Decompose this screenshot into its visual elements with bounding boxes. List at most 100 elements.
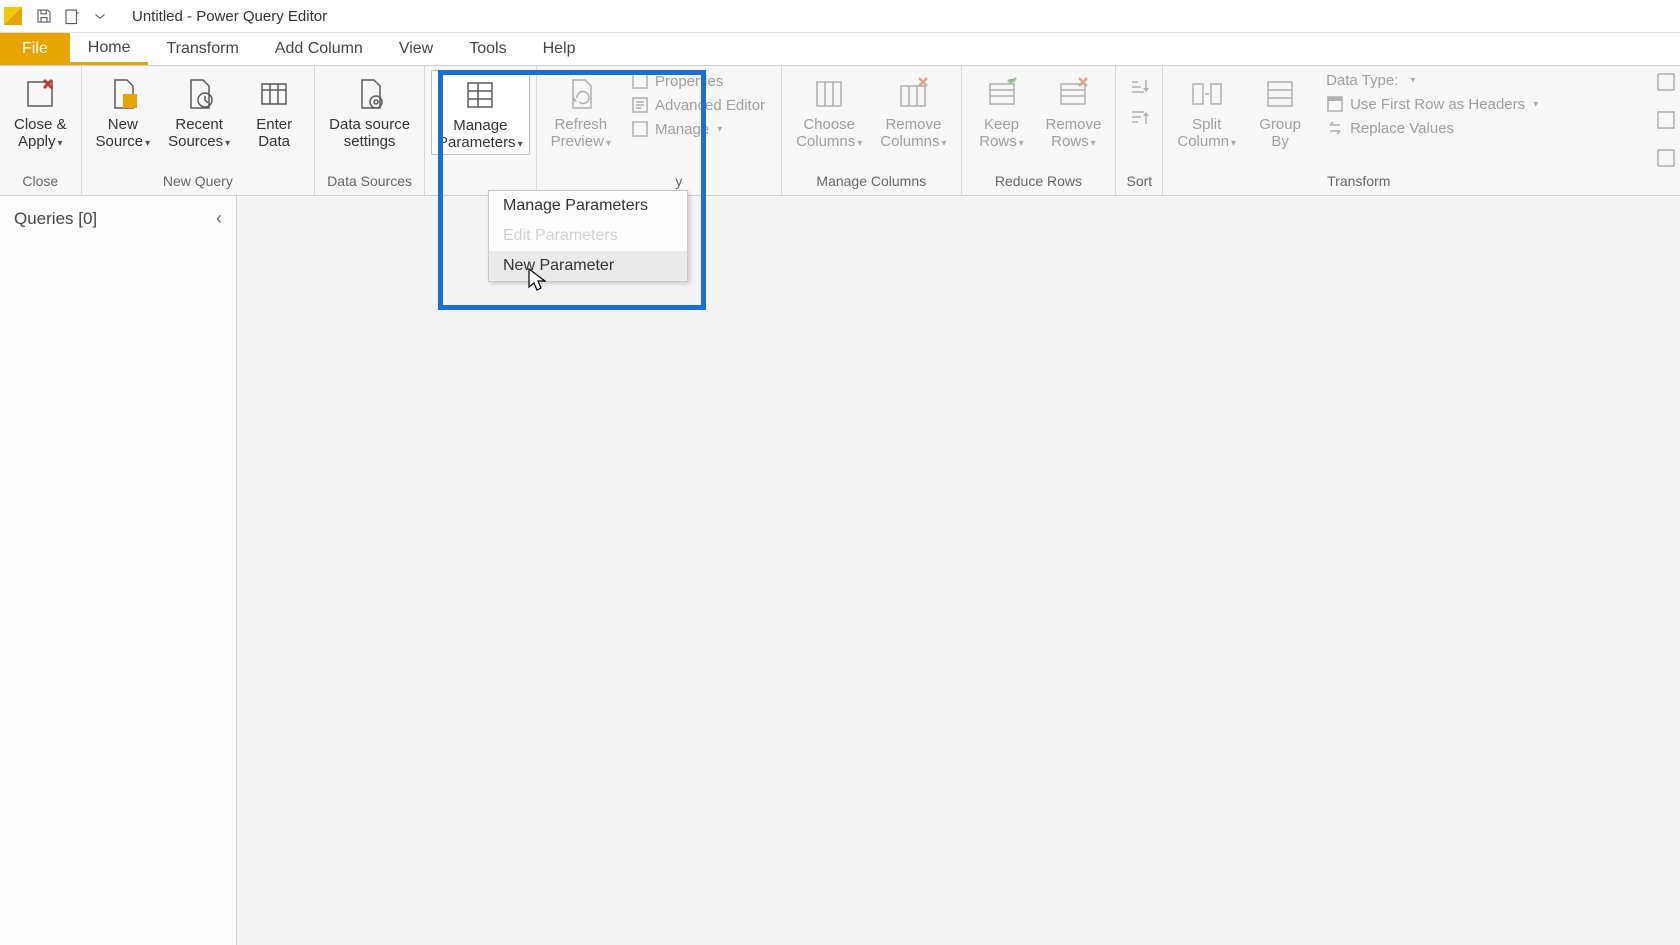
group-by-button[interactable]: Group By [1250,70,1310,151]
new-source-button[interactable]: New Source▾ [92,70,155,151]
remove-columns-button[interactable]: Remove Columns▾ [876,70,950,151]
app-icon [4,7,22,25]
tab-transform[interactable]: Transform [148,33,256,65]
group-parameters: Manage Parameters▾ Parameters [425,66,537,195]
mouse-cursor [528,268,548,294]
group-close: Close & Apply▾ Close [0,66,82,195]
save-icon[interactable] [32,4,56,28]
recent-sources-label: Recent Sources [168,116,223,150]
replace-values-icon [1326,119,1344,137]
group-manage-columns: Choose Columns▾ Remove Columns▾ Manage C… [782,66,961,195]
choose-columns-button[interactable]: Choose Columns▾ [792,70,866,151]
menu-edit-parameters: Edit Parameters [489,221,687,251]
tab-add-column[interactable]: Add Column [257,33,381,65]
recent-sources-button[interactable]: Recent Sources▾ [164,70,234,151]
group-by-icon [1262,76,1298,112]
refresh-preview-button[interactable]: Refresh Preview▾ [547,70,615,151]
first-row-icon [1326,95,1344,113]
menu-manage-parameters[interactable]: Manage Parameters [489,191,687,221]
group-by-label: Group By [1259,116,1301,151]
group-manage-columns-label: Manage Columns [816,171,926,193]
refresh-preview-label: Refresh Preview [551,116,607,150]
choose-columns-label: Choose Columns [796,116,855,150]
workspace: Queries [0] ‹ [0,196,1680,945]
properties-label: Properties [655,73,723,90]
advanced-editor-label: Advanced Editor [655,97,765,114]
manage-parameters-icon [462,77,498,113]
data-type-button[interactable]: Data Type:▾ [1320,70,1544,91]
tab-file[interactable]: File [0,33,70,65]
close-apply-button[interactable]: Close & Apply▾ [10,70,71,151]
undo-icon[interactable] [60,4,84,28]
first-row-headers-button[interactable]: Use First Row as Headers▾ [1320,93,1544,115]
enter-data-label: Enter Data [256,116,292,151]
data-source-settings-label: Data source settings [329,116,410,151]
data-source-settings-button[interactable]: Data source settings [325,70,414,151]
remove-rows-icon [1055,76,1091,112]
group-new-query-label: New Query [163,171,233,193]
remove-rows-button[interactable]: Remove Rows▾ [1042,70,1106,151]
data-type-label: Data Type: [1326,72,1398,89]
enter-data-button[interactable]: Enter Data [244,70,304,151]
new-source-icon [105,76,141,112]
close-apply-icon [22,76,58,112]
tab-help[interactable]: Help [525,33,594,65]
sort-asc-button[interactable] [1126,74,1152,100]
split-column-icon [1189,76,1225,112]
collapse-panel-icon[interactable]: ‹ [216,208,222,229]
menu-bar: File Home Transform Add Column View Tool… [0,33,1680,66]
tab-view[interactable]: View [381,33,451,65]
recent-sources-icon [181,76,217,112]
manage-parameters-dropdown: Manage Parameters Edit Parameters New Pa… [488,190,688,282]
group-sort-label: Sort [1127,171,1153,193]
advanced-editor-icon [631,96,649,114]
data-source-settings-icon [352,76,388,112]
queries-panel: Queries [0] ‹ [0,196,237,945]
group-new-query: New Source▾ Recent Sources▾ Enter Data N… [82,66,316,195]
new-source-label: New Source [96,116,144,150]
manage-query-button[interactable]: Manage▾ [625,118,771,140]
group-close-label: Close [22,171,58,193]
manage-query-icon [631,120,649,138]
group-reduce-rows: Keep Rows▾ Remove Rows▾ Reduce Rows [962,66,1117,195]
split-column-label: Split Column [1177,116,1229,150]
properties-button[interactable]: Properties [625,70,771,92]
queries-panel-title: Queries [0] [14,209,97,229]
enter-data-icon [256,76,292,112]
window-title: Untitled - Power Query Editor [132,8,327,25]
refresh-icon [563,76,599,112]
preview-area [237,196,1680,945]
qat-dropdown-icon[interactable] [88,4,112,28]
group-query: Refresh Preview▾ Properties Advanced Edi… [537,66,782,195]
group-transform-label: Transform [1327,171,1390,193]
advanced-editor-button[interactable]: Advanced Editor [625,94,771,116]
merge-queries-icon[interactable] [1656,72,1676,92]
sort-desc-button[interactable] [1126,104,1152,130]
ribbon: Close & Apply▾ Close New Source▾ Recent … [0,66,1680,196]
combine-files-icon[interactable] [1656,148,1676,168]
group-reduce-rows-label: Reduce Rows [995,171,1082,193]
properties-icon [631,72,649,90]
group-data-sources-label: Data Sources [327,171,412,193]
group-sort: Sort [1116,66,1163,195]
manage-parameters-button[interactable]: Manage Parameters▾ [431,70,530,155]
manage-parameters-label: Manage Parameters [438,117,516,151]
tab-tools[interactable]: Tools [451,33,524,65]
append-queries-icon[interactable] [1656,110,1676,130]
group-transform: Split Column▾ Group By Data Type:▾ Use F… [1163,66,1554,195]
split-column-button[interactable]: Split Column▾ [1173,70,1240,151]
choose-columns-icon [811,76,847,112]
keep-rows-icon [984,76,1020,112]
group-data-sources: Data source settings Data Sources [315,66,425,195]
manage-query-label: Manage [655,121,709,138]
tab-home[interactable]: Home [70,33,149,65]
menu-new-parameter[interactable]: New Parameter [489,251,687,281]
keep-rows-button[interactable]: Keep Rows▾ [972,70,1032,151]
replace-values-button[interactable]: Replace Values [1320,117,1544,139]
replace-values-label: Replace Values [1350,120,1454,137]
keep-rows-label: Keep Rows [979,116,1019,150]
title-bar: Untitled - Power Query Editor [0,0,1680,33]
remove-columns-label: Remove Columns [880,116,941,150]
first-row-label: Use First Row as Headers [1350,96,1525,113]
remove-columns-icon [895,76,931,112]
